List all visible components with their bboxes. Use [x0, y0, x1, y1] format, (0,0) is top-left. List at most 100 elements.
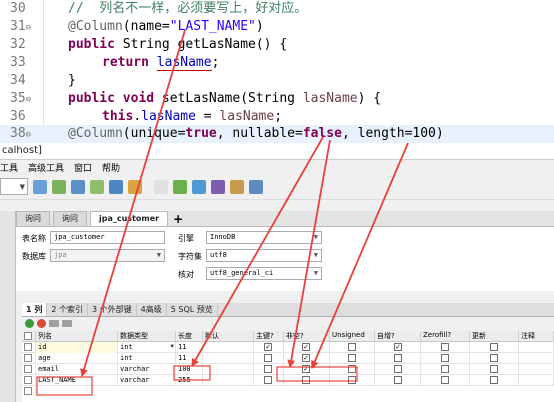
zerofill-checkbox[interactable]	[441, 343, 449, 351]
row-selector[interactable]	[24, 387, 32, 395]
database-field[interactable]: jpa ▼	[50, 249, 165, 262]
view-icon[interactable]	[52, 179, 66, 194]
table-row[interactable]: age int 11 ✓	[22, 353, 554, 364]
update-checkbox[interactable]	[490, 365, 498, 373]
collation-select[interactable]: utf8_general_ci ▼	[206, 267, 322, 280]
unsigned-checkbox[interactable]	[348, 365, 356, 373]
column-comment-cell[interactable]	[519, 353, 554, 364]
primary-key-checkbox[interactable]: ✓	[264, 343, 272, 351]
move-down-icon[interactable]	[62, 320, 72, 327]
column-default-cell[interactable]	[203, 364, 254, 375]
add-column-icon[interactable]	[25, 319, 34, 328]
not-null-checkbox[interactable]: ✓	[302, 343, 310, 351]
column-type-cell[interactable]: varchar	[118, 364, 176, 375]
row-selector[interactable]	[24, 343, 32, 351]
tab-columns[interactable]: 1 列	[22, 303, 48, 316]
tab-jpa-customer[interactable]: jpa_customer	[90, 211, 169, 226]
column-name-cell[interactable]: email	[36, 364, 118, 375]
add-tab-button[interactable]: +	[173, 212, 183, 226]
event-icon[interactable]	[90, 179, 104, 194]
header-length[interactable]: 长度	[176, 331, 203, 342]
column-comment-cell[interactable]	[519, 375, 554, 386]
not-null-checkbox[interactable]	[302, 376, 310, 384]
header-not-null[interactable]: 非空?	[284, 331, 330, 342]
column-length-cell[interactable]: 100	[176, 364, 203, 375]
auto-increment-checkbox[interactable]	[394, 376, 402, 384]
header-auto-increment[interactable]: 自增?	[375, 331, 421, 342]
primary-key-checkbox[interactable]	[264, 376, 272, 384]
column-length-cell[interactable]: 11	[176, 353, 203, 364]
column-type-cell[interactable]: varchar	[118, 375, 176, 386]
header-unsigned[interactable]: Unsigned	[330, 331, 375, 342]
table-row[interactable]: email varchar 100 ✓	[22, 364, 554, 375]
move-up-icon[interactable]	[49, 320, 59, 327]
column-comment-cell[interactable]	[519, 342, 554, 353]
tab-indexes[interactable]: 2 个索引	[47, 303, 88, 316]
primary-key-checkbox[interactable]	[264, 354, 272, 362]
schedule-icon[interactable]	[192, 179, 206, 194]
zerofill-checkbox[interactable]	[441, 365, 449, 373]
table-name-field[interactable]: jpa_customer	[50, 231, 165, 244]
column-default-cell[interactable]	[203, 375, 254, 386]
delete-column-icon[interactable]	[37, 319, 46, 328]
column-default-cell[interactable]	[203, 353, 254, 364]
primary-key-checkbox[interactable]	[264, 365, 272, 373]
unsigned-checkbox[interactable]	[348, 343, 356, 351]
menu-window[interactable]: 窗口	[74, 161, 92, 174]
header-name[interactable]: 列名	[36, 331, 118, 342]
row-selector[interactable]	[24, 354, 32, 362]
table-row[interactable]: id int ▼ 11 ✓ ✓ ✓	[22, 342, 554, 353]
function-icon[interactable]	[71, 179, 85, 194]
column-length-cell[interactable]: 11	[176, 342, 203, 353]
menu-advanced-tools[interactable]: 高级工具	[28, 161, 64, 174]
zerofill-checkbox[interactable]	[441, 354, 449, 362]
header-update[interactable]: 更新	[470, 331, 519, 342]
header-default[interactable]: 默认	[203, 331, 254, 342]
header-comment[interactable]: 注释	[519, 331, 554, 342]
user-icon[interactable]	[109, 179, 123, 194]
row-selector[interactable]	[24, 365, 32, 373]
update-checkbox[interactable]	[490, 376, 498, 384]
tab-foreign-keys[interactable]: 3 个外部键	[88, 303, 137, 316]
chart-icon[interactable]	[230, 179, 244, 194]
report-icon[interactable]	[154, 179, 168, 194]
row-selector[interactable]	[24, 376, 32, 384]
query-icon[interactable]	[128, 179, 142, 194]
table-row[interactable]	[22, 386, 554, 397]
auto-increment-checkbox[interactable]: ✓	[394, 343, 402, 351]
table-icon[interactable]	[33, 179, 47, 194]
connection-dropdown[interactable]: ▼	[0, 178, 28, 195]
header-primary-key[interactable]: 主键?	[254, 331, 284, 342]
column-name-cell[interactable]: id	[36, 342, 118, 353]
tab-advanced[interactable]: 4高级	[137, 303, 167, 316]
column-default-cell[interactable]	[203, 342, 254, 353]
menu-tools[interactable]: 工具	[0, 161, 18, 174]
column-type-cell[interactable]: int ▼	[118, 342, 176, 353]
auto-increment-checkbox[interactable]	[394, 365, 402, 373]
image-icon[interactable]	[249, 179, 263, 194]
unsigned-checkbox[interactable]	[348, 354, 356, 362]
menu-help[interactable]: 帮助	[102, 161, 120, 174]
navigator-panel[interactable]	[0, 211, 16, 402]
backup-icon[interactable]	[173, 179, 187, 194]
table-row[interactable]: LAST_NAME varchar 255	[22, 375, 554, 386]
not-null-checkbox[interactable]: ✓	[302, 365, 310, 373]
column-length-cell[interactable]: 255	[176, 375, 203, 386]
column-type-cell[interactable]: int	[118, 353, 176, 364]
column-name-cell[interactable]: LAST_NAME	[36, 375, 118, 386]
column-name-cell[interactable]: age	[36, 353, 118, 364]
update-checkbox[interactable]	[490, 343, 498, 351]
row-selector[interactable]	[24, 332, 32, 340]
update-checkbox[interactable]	[490, 354, 498, 362]
not-null-checkbox[interactable]: ✓	[302, 354, 310, 362]
tab-sql-preview[interactable]: 5 SQL 预览	[167, 303, 218, 316]
column-comment-cell[interactable]	[519, 364, 554, 375]
tab-query-1[interactable]: 询问	[16, 211, 50, 226]
unsigned-checkbox[interactable]	[348, 376, 356, 384]
header-type[interactable]: 数据类型	[118, 331, 176, 342]
model-icon[interactable]	[211, 179, 225, 194]
code-editor[interactable]: 30 // 列名不一样，必须要写上，好对应。 31⊖ @Column(name=…	[0, 0, 554, 143]
engine-select[interactable]: InnoDB ▼	[206, 231, 322, 244]
zerofill-checkbox[interactable]	[441, 376, 449, 384]
header-zerofill[interactable]: Zerofill?	[421, 331, 470, 342]
